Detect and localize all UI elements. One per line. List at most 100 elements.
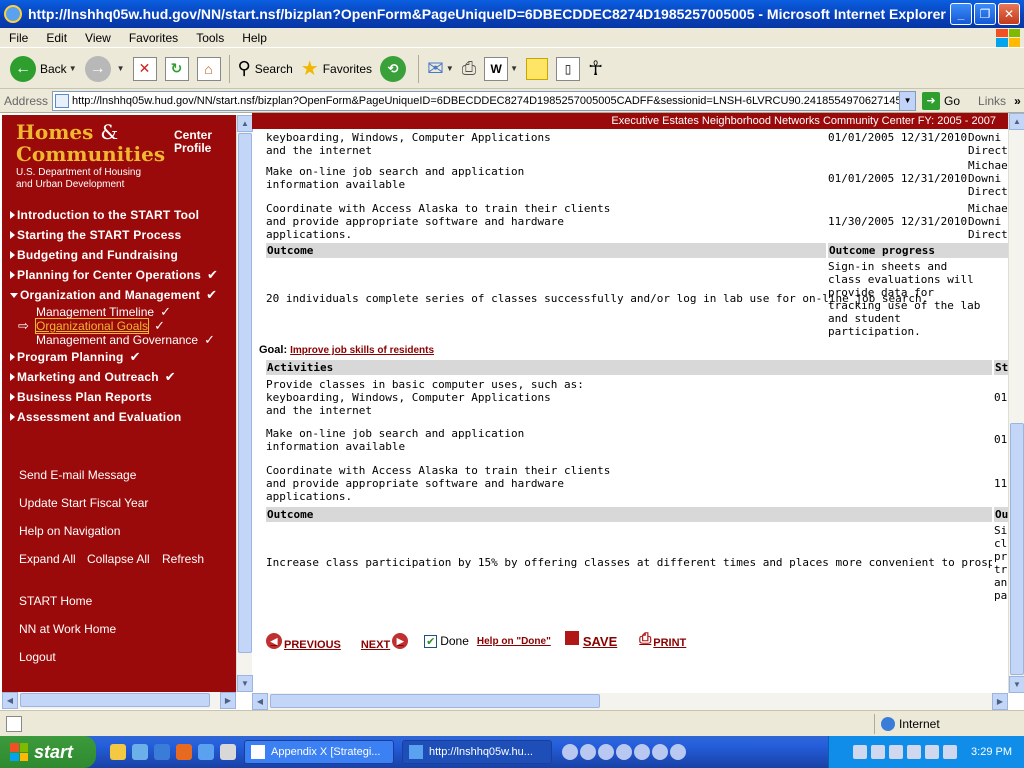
discuss-button[interactable]: [522, 52, 552, 86]
menu-help[interactable]: Help: [233, 31, 276, 45]
antivirus-icon[interactable]: [889, 745, 904, 759]
right-horizontal-scrollbar[interactable]: ◀ ▶: [252, 693, 1008, 710]
back-button[interactable]: ← Back ▼: [6, 52, 81, 86]
nav-item-program-planning[interactable]: Program Planning ✔: [10, 347, 236, 367]
maximize-button[interactable]: ❐: [974, 3, 996, 25]
nav-item-introduction[interactable]: Introduction to the START Tool: [10, 205, 236, 225]
media-button-icon[interactable]: [562, 744, 578, 760]
scroll-right-icon[interactable]: ▶: [220, 692, 236, 709]
taskbar-item-word[interactable]: Appendix X [Strategi...: [244, 740, 394, 764]
nav-item-starting[interactable]: Starting the START Process: [10, 225, 236, 245]
menu-tools[interactable]: Tools: [187, 31, 233, 45]
address-dropdown-icon[interactable]: ▼: [899, 91, 916, 110]
home-button[interactable]: ⌂: [193, 52, 225, 86]
refresh-button[interactable]: ↻: [161, 52, 193, 86]
security-icon[interactable]: [871, 745, 886, 759]
print-toolbar-button[interactable]: ⎙: [458, 52, 480, 86]
nav-item-assessment[interactable]: Assessment and Evaluation: [10, 407, 236, 427]
previous-track-icon[interactable]: [634, 744, 650, 760]
sound-icon[interactable]: [907, 745, 922, 759]
update-icon[interactable]: [943, 745, 958, 759]
messenger-button[interactable]: ▯: [552, 52, 584, 86]
help-done-link[interactable]: Help on "Done": [477, 636, 551, 647]
activities-header: Activities St: [266, 360, 1009, 375]
nav-item-business-reports[interactable]: Business Plan Reports: [10, 387, 236, 407]
right-scroll-thumb[interactable]: [1010, 423, 1024, 675]
firefox-icon[interactable]: [176, 744, 192, 760]
scroll-up-icon[interactable]: ▲: [1009, 113, 1024, 130]
search-button[interactable]: ⚲ Search: [234, 52, 297, 86]
app-icon[interactable]: [198, 744, 214, 760]
minimize-button[interactable]: _: [950, 3, 972, 25]
links-button[interactable]: Links: [978, 94, 1006, 108]
address-input[interactable]: http://lnshhq05w.hud.gov/NN/start.nsf/bi…: [52, 90, 917, 111]
aim-icon[interactable]: [110, 744, 126, 760]
nav-menu: Introduction to the START Tool Starting …: [10, 205, 236, 427]
media-button-icon[interactable]: [580, 744, 596, 760]
subnav-management-timeline[interactable]: Management Timeline ✓: [10, 304, 236, 319]
next-track-icon[interactable]: [652, 744, 668, 760]
edit-button[interactable]: W ▼: [480, 52, 522, 86]
save-button[interactable]: SAVE: [564, 631, 617, 649]
network-icon[interactable]: [853, 745, 868, 759]
help-navigation-link[interactable]: Help on Navigation: [19, 524, 120, 538]
nn-work-home-link[interactable]: NN at Work Home: [19, 622, 116, 636]
goal-link[interactable]: Improve job skills of residents: [290, 345, 434, 356]
next-button[interactable]: NEXT ▶: [361, 631, 409, 651]
scroll-left-icon[interactable]: ◀: [2, 692, 18, 709]
subnav-organizational-goals[interactable]: ⇨ Organizational Goals ✓: [10, 318, 236, 334]
right-vertical-scrollbar[interactable]: ▲ ▼: [1008, 113, 1024, 693]
chevron-right-icon[interactable]: »: [1014, 94, 1021, 108]
scroll-down-icon[interactable]: ▼: [1009, 676, 1024, 693]
collapse-all-link[interactable]: Collapse All: [87, 552, 150, 566]
close-button[interactable]: ✕: [998, 3, 1020, 25]
nav-item-budgeting[interactable]: Budgeting and Fundraising: [10, 245, 236, 265]
go-button[interactable]: ➜ Go: [922, 91, 960, 110]
done-checkbox[interactable]: ✔: [424, 634, 438, 648]
start-home-link[interactable]: START Home: [19, 594, 92, 608]
menu-file[interactable]: File: [0, 31, 37, 45]
left-horizontal-scrollbar[interactable]: ◀ ▶: [2, 692, 236, 709]
media-controls: [562, 744, 686, 760]
menu-view[interactable]: View: [76, 31, 120, 45]
update-fiscal-year-link[interactable]: Update Start Fiscal Year: [19, 496, 148, 510]
subnav-management-governance[interactable]: Management and Governance ✓: [10, 332, 236, 347]
forward-button[interactable]: → ▼: [81, 52, 129, 86]
stop-icon[interactable]: [616, 744, 632, 760]
activity-row: keyboarding, Windows, Computer Applicati…: [266, 131, 1008, 157]
stop-button[interactable]: ✕: [129, 52, 161, 86]
ie-icon[interactable]: [154, 744, 170, 760]
nav-item-planning[interactable]: Planning for Center Operations ✔: [10, 265, 236, 285]
menu-favorites[interactable]: Favorites: [120, 31, 187, 45]
print-button[interactable]: ⎙ PRINT: [639, 630, 686, 650]
media-player-icon[interactable]: [925, 745, 940, 759]
scroll-up-icon[interactable]: ▲: [237, 115, 253, 132]
refresh-link[interactable]: Refresh: [162, 552, 204, 566]
mail-button[interactable]: ✉ ▼: [423, 52, 458, 86]
pause-icon[interactable]: [598, 744, 614, 760]
expand-all-link[interactable]: Expand All: [19, 552, 76, 566]
scroll-down-icon[interactable]: ▼: [237, 675, 253, 692]
nav-item-marketing[interactable]: Marketing and Outreach ✔: [10, 367, 236, 387]
forward-dropdown-icon[interactable]: ▼: [117, 64, 125, 73]
left-vertical-scrollbar[interactable]: ▲ ▼: [236, 115, 253, 692]
scroll-left-icon[interactable]: ◀: [252, 693, 268, 710]
aim-button[interactable]: ☥: [584, 52, 607, 86]
left-scroll-thumb[interactable]: [238, 133, 252, 653]
volume-icon[interactable]: [670, 744, 686, 760]
desktop-icon[interactable]: [132, 744, 148, 760]
start-button[interactable]: start: [0, 736, 96, 768]
media-icon[interactable]: [220, 744, 236, 760]
previous-button[interactable]: ◀ PREVIOUS: [266, 631, 341, 651]
logout-link[interactable]: Logout: [19, 650, 56, 664]
taskbar: start Appendix X [Strategi... http://lns…: [0, 736, 1024, 768]
menu-edit[interactable]: Edit: [37, 31, 76, 45]
nav-item-organization[interactable]: Organization and Management ✔: [10, 285, 236, 305]
back-dropdown-icon[interactable]: ▼: [69, 64, 77, 73]
send-email-link[interactable]: Send E-mail Message: [19, 468, 136, 482]
history-button[interactable]: ⟲: [376, 52, 414, 86]
center-profile-link[interactable]: Center Profile: [174, 129, 212, 155]
favorites-button[interactable]: ★ Favorites: [297, 52, 376, 86]
scroll-right-icon[interactable]: ▶: [992, 693, 1008, 710]
taskbar-item-ie[interactable]: http://lnshhq05w.hu...: [402, 740, 552, 764]
